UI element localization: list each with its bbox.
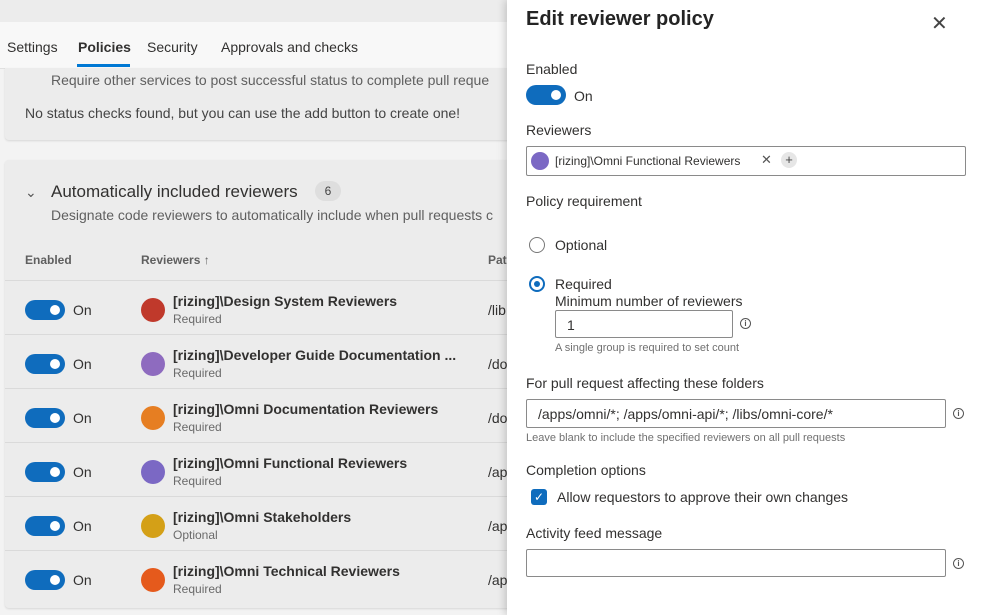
group-avatar [141, 406, 165, 430]
info-icon[interactable]: i [740, 318, 751, 329]
add-reviewer-icon[interactable]: + [781, 152, 797, 168]
status-checks-card: Require other services to post successfu… [5, 68, 507, 140]
remove-chip-icon[interactable]: ✕ [761, 152, 772, 168]
row-enabled-toggle[interactable] [25, 570, 65, 590]
reviewer-name: [rizing]\Developer Guide Documentation .… [173, 347, 457, 363]
table-row[interactable]: On [rizing]\Omni Stakeholders Optional /… [5, 496, 507, 551]
status-checks-description: Require other services to post successfu… [51, 72, 490, 88]
optional-radio[interactable] [529, 237, 545, 253]
activity-feed-label: Activity feed message [526, 525, 663, 541]
reviewer-path: /ap [488, 464, 507, 480]
reviewers-label: Reviewers [526, 122, 592, 138]
reviewers-count-badge: 6 [315, 181, 341, 201]
group-avatar [141, 352, 165, 376]
group-avatar [531, 152, 549, 170]
reviewer-name: [rizing]\Omni Functional Reviewers [173, 455, 408, 471]
table-row[interactable]: On [rizing]\Omni Documentation Reviewers… [5, 388, 507, 443]
tab-settings[interactable]: Settings [7, 39, 58, 55]
folders-label: For pull request affecting these folders [526, 375, 764, 391]
enabled-label: Enabled [526, 61, 578, 77]
reviewer-path: /ap [488, 572, 507, 588]
tab-policies[interactable]: Policies [78, 39, 131, 55]
tab-bar: Settings Policies Security Approvals and… [0, 22, 507, 69]
column-header-enabled[interactable]: Enabled [25, 253, 72, 267]
reviewer-chip-label: [rizing]\Omni Functional Reviewers [555, 154, 741, 168]
optional-radio-label: Optional [555, 237, 608, 253]
auto-reviewers-card: ⌄ Automatically included reviewers 6 Des… [5, 160, 507, 608]
panel-title: Edit reviewer policy [526, 8, 714, 30]
policies-page: Settings Policies Security Approvals and… [0, 0, 507, 615]
table-row[interactable]: On [rizing]\Omni Functional Reviewers Re… [5, 442, 507, 497]
column-header-reviewers[interactable]: Reviewers ↑ [141, 253, 210, 267]
column-header-path[interactable]: Pat [488, 253, 507, 267]
row-toggle-label: On [73, 410, 92, 426]
min-reviewers-label: Minimum number of reviewers [555, 293, 743, 309]
allow-self-approve-label: Allow requestors to approve their own ch… [557, 489, 849, 505]
min-reviewers-hint: A single group is required to set count [555, 342, 740, 354]
row-toggle-label: On [73, 518, 92, 534]
row-toggle-label: On [73, 572, 92, 588]
folders-value: /apps/omni/*; /apps/omni-api/*; /libs/om… [538, 406, 833, 422]
row-enabled-toggle[interactable] [25, 462, 65, 482]
group-avatar [141, 460, 165, 484]
reviewer-status: Optional [173, 528, 218, 542]
enabled-toggle[interactable] [526, 85, 566, 105]
group-avatar [141, 298, 165, 322]
required-radio-label: Required [555, 276, 612, 292]
reviewer-path: /do [488, 410, 507, 426]
reviewer-status: Required [173, 312, 222, 326]
reviewer-path: /lib [488, 302, 506, 318]
auto-reviewers-description: Designate code reviewers to automaticall… [51, 207, 494, 223]
row-enabled-toggle[interactable] [25, 516, 65, 536]
table-row[interactable]: On [rizing]\Design System Reviewers Requ… [5, 280, 507, 335]
row-enabled-toggle[interactable] [25, 354, 65, 374]
info-icon[interactable]: i [953, 558, 964, 569]
tab-security[interactable]: Security [147, 39, 198, 55]
reviewer-name: [rizing]\Design System Reviewers [173, 293, 398, 309]
table-row[interactable]: On [rizing]\Omni Technical Reviewers Req… [5, 550, 507, 605]
reviewer-name: [rizing]\Omni Technical Reviewers [173, 563, 400, 579]
min-reviewers-input[interactable]: 1 [555, 310, 733, 338]
folders-hint: Leave blank to include the specified rev… [526, 432, 846, 444]
enabled-toggle-label: On [574, 88, 593, 104]
row-toggle-label: On [73, 302, 92, 318]
policy-requirement-label: Policy requirement [526, 193, 642, 209]
required-radio[interactable] [529, 276, 545, 292]
top-bar [0, 0, 507, 23]
edit-reviewer-policy-panel: Edit reviewer policy ✕ Enabled On Review… [507, 0, 982, 615]
close-icon[interactable]: ✕ [931, 14, 948, 34]
min-reviewers-value: 1 [567, 317, 575, 333]
folders-input[interactable]: /apps/omni/*; /apps/omni-api/*; /libs/om… [526, 399, 946, 428]
activity-feed-input[interactable] [526, 549, 946, 577]
collapse-chevron-icon[interactable]: ⌄ [25, 184, 37, 201]
reviewer-name: [rizing]\Omni Documentation Reviewers [173, 401, 439, 417]
info-icon[interactable]: i [953, 408, 964, 419]
reviewer-status: Required [173, 420, 222, 434]
row-enabled-toggle[interactable] [25, 408, 65, 428]
auto-reviewers-title: Automatically included reviewers [51, 182, 298, 201]
row-toggle-label: On [73, 356, 92, 372]
reviewer-status: Required [173, 366, 222, 380]
status-checks-empty-message: No status checks found, but you can use … [25, 105, 461, 121]
reviewers-picker[interactable]: [rizing]\Omni Functional Reviewers ✕ + [526, 146, 966, 176]
reviewer-name: [rizing]\Omni Stakeholders [173, 509, 352, 525]
row-toggle-label: On [73, 464, 92, 480]
reviewer-path: /do [488, 356, 507, 372]
reviewer-path: /ap [488, 518, 507, 534]
reviewer-status: Required [173, 582, 222, 596]
group-avatar [141, 568, 165, 592]
active-tab-indicator [77, 64, 130, 67]
group-avatar [141, 514, 165, 538]
allow-self-approve-checkbox[interactable]: ✓ [531, 489, 547, 505]
completion-options-label: Completion options [526, 462, 646, 478]
table-row[interactable]: On [rizing]\Developer Guide Documentatio… [5, 334, 507, 389]
row-enabled-toggle[interactable] [25, 300, 65, 320]
reviewer-status: Required [173, 474, 222, 488]
tab-approvals-and-checks[interactable]: Approvals and checks [221, 39, 358, 55]
